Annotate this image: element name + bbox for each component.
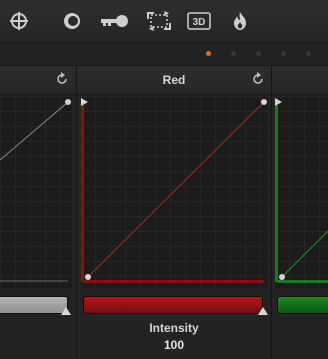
page-dot[interactable]	[306, 51, 311, 56]
3d-icon[interactable]: 3D	[186, 11, 212, 31]
reset-icon[interactable]	[251, 72, 265, 86]
bar-handle[interactable]	[61, 307, 71, 315]
curve-editor-left[interactable]	[0, 96, 72, 288]
page-dot[interactable]	[256, 51, 261, 56]
intensity-value[interactable]: 100	[77, 338, 271, 352]
curve-line	[87, 101, 265, 278]
curve-point[interactable]	[65, 99, 71, 105]
panel-header	[272, 66, 328, 95]
curve-handle[interactable]	[81, 98, 88, 106]
curve-point[interactable]	[261, 99, 267, 105]
curve-handle[interactable]	[275, 98, 282, 106]
curve-point[interactable]	[279, 274, 285, 280]
flame-icon[interactable]	[230, 11, 250, 31]
red-channel-bar[interactable]	[83, 296, 263, 314]
curve-line	[281, 230, 328, 278]
key-icon[interactable]	[98, 11, 130, 31]
tracker-icon[interactable]	[144, 11, 174, 31]
toolbar: 3D	[0, 0, 328, 43]
bar-handle[interactable]	[258, 307, 268, 315]
intensity-label: Intensity	[149, 321, 199, 335]
panel-title: Red	[162, 73, 186, 87]
reset-icon[interactable]	[55, 72, 69, 86]
3d-icon-label: 3D	[193, 17, 206, 28]
curve-line	[0, 101, 69, 161]
curve-point[interactable]	[85, 274, 91, 280]
green-channel-bar[interactable]	[277, 296, 328, 314]
page-dot[interactable]	[231, 51, 236, 56]
gray-channel-bar[interactable]	[0, 296, 68, 314]
crosshair-icon[interactable]	[8, 11, 30, 31]
page-dot-active[interactable]	[206, 51, 211, 56]
panel-header	[0, 66, 76, 95]
circle-mask-icon[interactable]	[61, 11, 83, 31]
curve-editor-red[interactable]	[80, 96, 268, 288]
page-dot[interactable]	[281, 51, 286, 56]
panel-header: Red	[77, 66, 271, 95]
curve-editor-green[interactable]	[274, 96, 328, 288]
page-indicator	[0, 43, 328, 66]
